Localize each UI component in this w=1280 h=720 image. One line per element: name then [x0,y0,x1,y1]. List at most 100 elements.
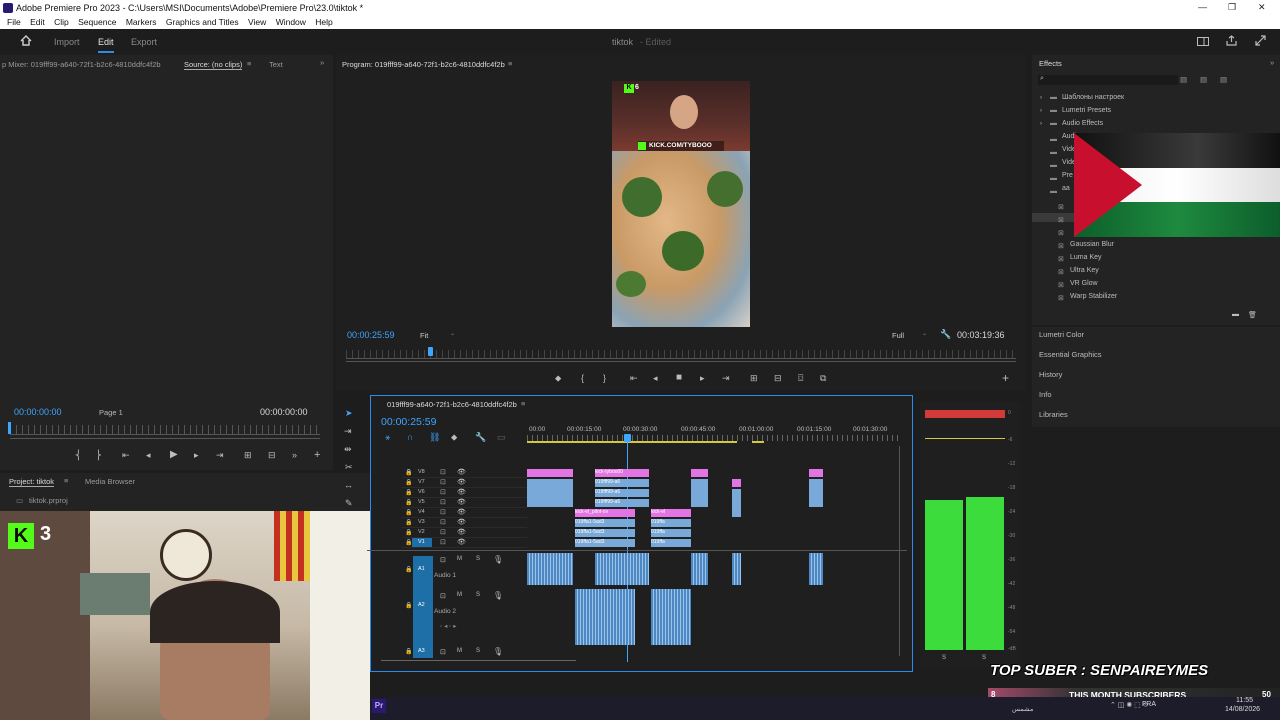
timeline-menu-icon[interactable]: ≡ [521,399,525,408]
step-forward-icon[interactable]: ▸ [700,373,705,384]
clip-v7-v5-a[interactable] [527,479,573,507]
a1-mic-icon[interactable]: 🎙 [493,555,503,564]
mark-out-icon[interactable]: ⎬ [95,450,102,461]
menu-edit[interactable]: Edit [30,17,45,27]
tab-media-browser[interactable]: Media Browser [85,477,135,486]
extract-icon[interactable]: ⊟ [774,373,782,384]
clip-v8-c[interactable] [691,469,708,477]
panel-overflow-icon[interactable]: » [320,58,324,67]
lift-icon[interactable]: ⊞ [750,373,758,384]
new-bin-icon[interactable]: ▬ [1232,311,1239,318]
mark-in-icon[interactable]: { [581,373,584,383]
program-timecode[interactable]: 00:00:25:59 [347,330,395,340]
effects-search-input[interactable]: ⌕ [1038,75,1178,85]
clip-v8-b[interactable]: kick-tyboo00 [595,469,649,477]
stop-icon[interactable]: ■ [676,372,682,383]
go-to-in-icon[interactable]: ⇤ [122,450,130,461]
clip-v1-b[interactable]: 019ffa [651,539,691,547]
language-indicator[interactable]: FRA [1142,701,1156,708]
clip-a2-b[interactable] [651,589,691,645]
effects-overflow-icon[interactable]: » [1270,58,1274,67]
clip-a1-d[interactable] [732,553,741,585]
a2-keyframe-controls[interactable]: ◦ ◂ ◦ ▸ [440,622,457,630]
mark-in-icon[interactable]: ⎨ [75,450,82,461]
menu-view[interactable]: View [248,17,266,27]
program-zoom-bar[interactable] [346,361,1016,362]
folder-chevron-icon[interactable]: › [1040,95,1042,101]
a1-solo[interactable]: S [476,556,480,562]
go-to-out-icon[interactable]: ⇥ [722,373,730,384]
timeline-settings-icon[interactable]: 🔧 [475,432,486,443]
share-icon[interactable] [1226,35,1237,46]
a3-mute[interactable]: M [457,648,462,654]
clip-v7-v5-e[interactable] [809,479,823,507]
a2-mute[interactable]: M [457,592,462,598]
export-frame-icon[interactable]: ⌼ [798,373,803,384]
accelerated-effects-icon[interactable]: ▤ [1180,75,1187,84]
tab-source[interactable]: Source: (no clips) [184,60,243,70]
go-to-in-icon[interactable]: ⇤ [630,373,638,384]
yuv-effects-icon[interactable]: ▤ [1220,75,1227,84]
step-back-icon[interactable]: ◂ [653,373,658,384]
effects-folder[interactable]: Lumetri Presets [1062,107,1111,114]
clip-v6-b[interactable]: 019fff99-a6 [595,489,649,497]
tab-import[interactable]: Import [54,37,80,47]
panel-layout-icon[interactable] [1197,37,1209,46]
clip-v5-b[interactable]: 019fff99-a6 [595,499,649,507]
step-back-icon[interactable]: ◂ [146,450,151,461]
clip-v7-v5-c[interactable] [691,479,708,507]
a3-sync-icon[interactable]: ⊡ [440,648,446,656]
clip-v2-b[interactable]: 019ffa [651,529,691,537]
clip-v1-a[interactable]: 019ffa1-5ad3 [575,539,635,547]
clip-v4-a[interactable]: kick-el_pilot-ov [575,509,635,517]
a2-mic-icon[interactable]: 🎙 [493,591,503,600]
meter-solo-right[interactable]: S [982,655,986,661]
clip-v4-b[interactable]: kick-el [651,509,691,517]
menu-clip[interactable]: Clip [54,17,69,27]
fit-chevron-icon[interactable]: ⌄ [450,330,455,337]
panel-info[interactable]: Info [1039,390,1052,399]
add-marker-icon[interactable]: ⬥ [555,373,561,384]
program-title[interactable]: Program: 019fff99-a640-72f1-b2c6-4810ddf… [342,60,505,69]
program-playhead[interactable] [428,347,433,356]
minimize-button[interactable]: — [1198,2,1207,12]
clip-a1-e[interactable] [809,553,823,585]
play-icon[interactable]: ▶ [170,449,178,460]
clip-v3-a[interactable]: 019ffa1-5ad3 [575,519,635,527]
clock-time[interactable]: 11:55 [1236,697,1253,704]
nest-icon[interactable]: ⚹ [385,432,390,443]
work-area-bar[interactable] [527,441,737,443]
menu-help[interactable]: Help [315,17,332,27]
effects-title[interactable]: Effects [1039,59,1062,68]
fit-dropdown[interactable]: Fit [420,331,428,340]
timeline-ruler[interactable]: 00:00 00:00:15:00 00:00:30:00 00:00:45:0… [527,424,899,444]
delete-icon[interactable]: 🗑 [1248,311,1257,319]
linked-selection-icon[interactable]: ⛓ [429,432,440,443]
effects-folder[interactable]: aa [1062,185,1070,192]
meter-clip-indicator[interactable] [925,410,1005,418]
effect-item[interactable]: VR Glow [1070,280,1098,287]
snap-icon[interactable]: ∩ [407,432,413,442]
clip-v3-b[interactable]: 019ffa [651,519,691,527]
a2-sync-icon[interactable]: ⊡ [440,592,446,600]
a3-lock-icon[interactable]: 🔒 [405,648,412,655]
track-eye-icons[interactable]: 👁 👁 👁 👁 👁 👁 👁 👁 [457,468,466,548]
source-zoom-bar[interactable] [10,438,320,439]
menu-file[interactable]: File [7,17,21,27]
clip-v7-pink[interactable] [732,479,741,487]
panel-essential-graphics[interactable]: Essential Graphics [1039,350,1102,359]
effect-item[interactable]: Warp Stabilizer [1070,293,1117,300]
tab-export[interactable]: Export [131,37,157,47]
close-button[interactable]: ✕ [1258,2,1266,13]
home-icon[interactable] [20,35,32,46]
tab-project[interactable]: Project: tiktok [9,477,55,487]
clip-v8-d[interactable] [809,469,823,477]
effect-item[interactable]: Gaussian Blur [1070,241,1114,248]
32bit-effects-icon[interactable]: ▤ [1200,75,1207,84]
selection-tool-icon[interactable]: ➤ [345,408,353,419]
project-menu-icon[interactable]: ≡ [64,476,68,485]
a1-lock-icon[interactable]: 🔒 [405,566,412,573]
clip-v8-a[interactable] [527,469,573,477]
add-button-icon[interactable]: + [314,449,320,461]
add-button-icon[interactable]: + [1002,371,1009,385]
